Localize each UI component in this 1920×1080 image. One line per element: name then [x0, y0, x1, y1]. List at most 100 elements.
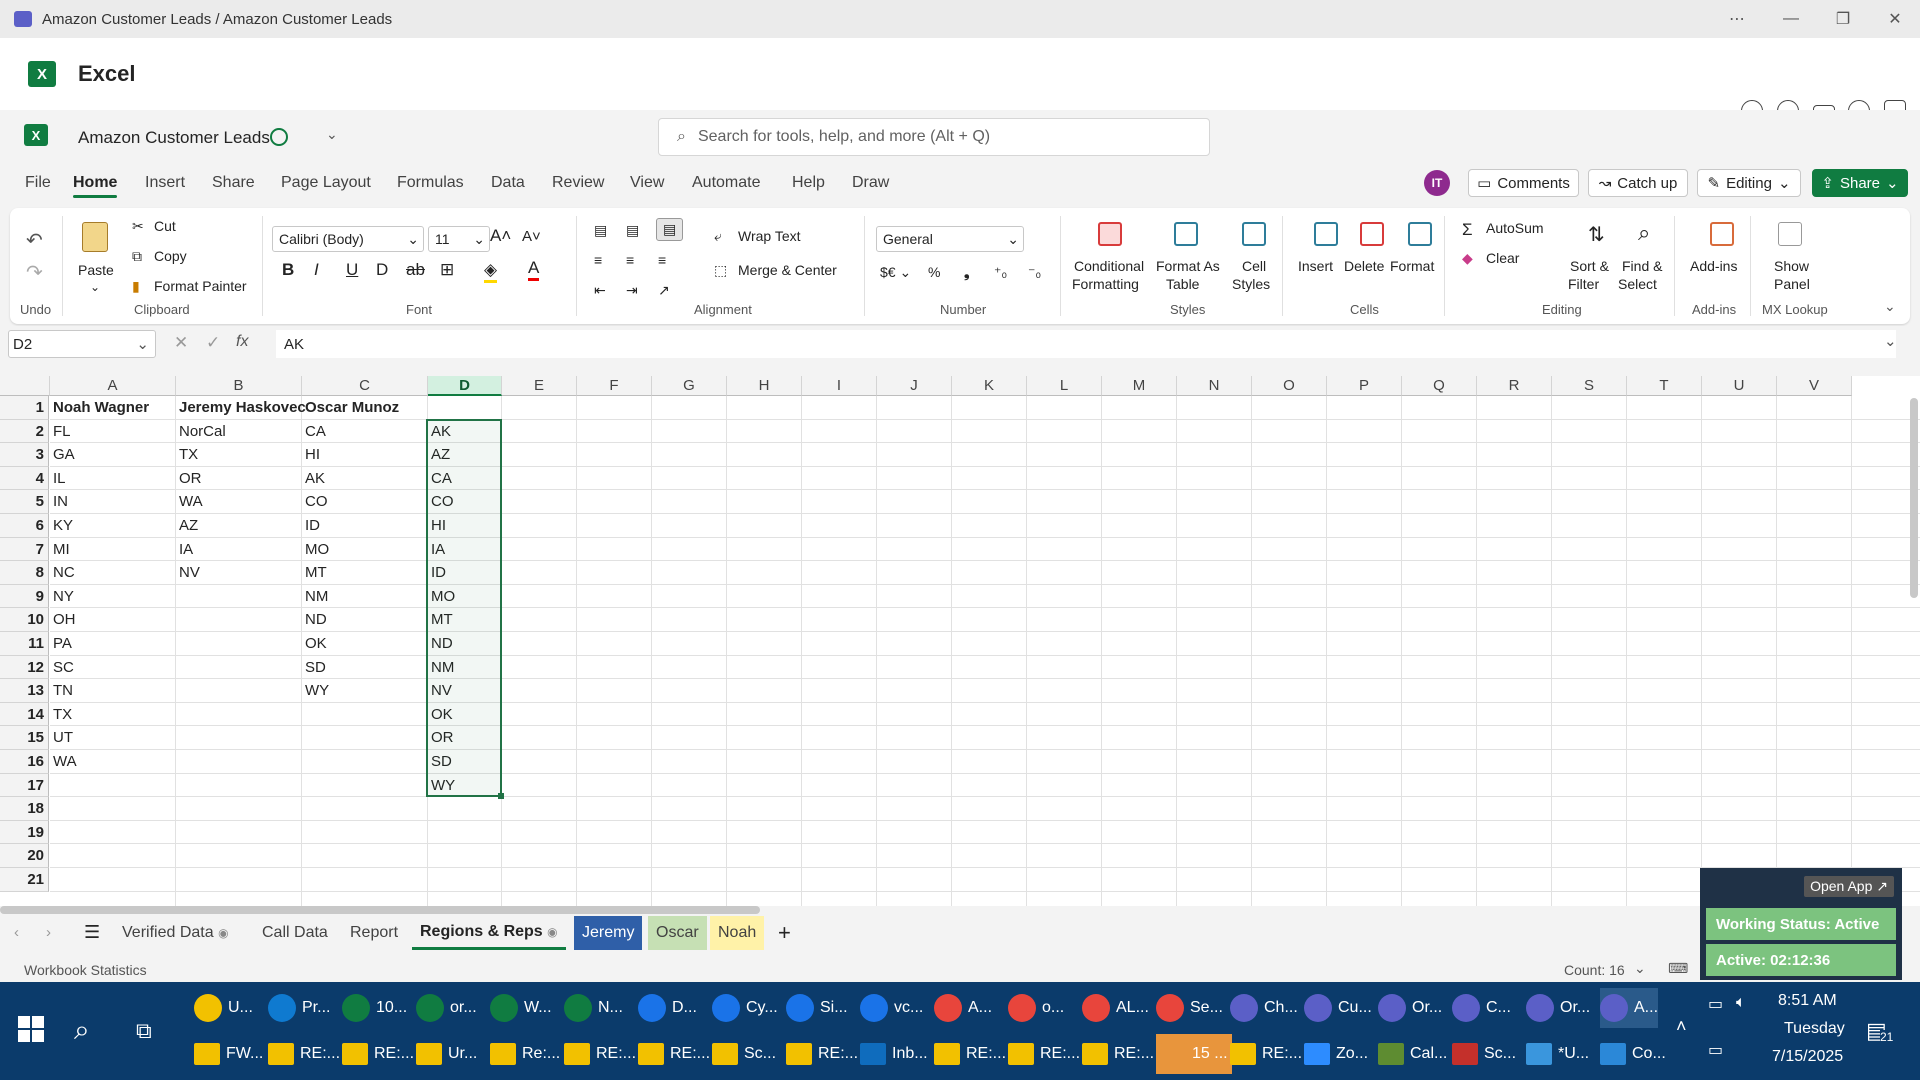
cut-button[interactable]: Cut — [154, 218, 176, 234]
column-header-i[interactable]: I — [802, 376, 877, 396]
sheet-tab-verified-data[interactable]: Verified Data ◉ — [114, 916, 237, 950]
column-header-r[interactable]: R — [1477, 376, 1552, 396]
open-app-button[interactable]: Open App ↗ — [1804, 876, 1894, 897]
clock-day[interactable]: Tuesday — [1784, 1020, 1845, 1038]
taskbar-item-outlook-mail[interactable]: RE:... — [934, 1034, 1006, 1074]
workbook-statistics[interactable]: Workbook Statistics — [24, 962, 147, 978]
format-cells-button[interactable]: Format — [1390, 258, 1434, 274]
cell-b2[interactable]: NorCal — [176, 420, 302, 444]
sort-filter-label-2[interactable]: Filter — [1568, 276, 1599, 292]
cell-c12[interactable]: SD — [302, 656, 428, 680]
cell-b1[interactable]: Jeremy Haskovec — [176, 396, 306, 420]
cell-c13[interactable]: WY — [302, 679, 428, 703]
bold-icon[interactable]: B — [282, 260, 294, 280]
show-hidden-icons[interactable]: ˄ — [1676, 1016, 1687, 1037]
taskbar-item-outlook-mail[interactable]: RE:... — [786, 1034, 858, 1074]
windows-start-icon[interactable] — [18, 1016, 44, 1042]
format-as-table-label[interactable]: Format As — [1156, 258, 1220, 274]
sort-filter-label[interactable]: Sort & — [1570, 258, 1609, 274]
tab-automate[interactable]: Automate — [692, 174, 760, 192]
taskbar-item-outlook-mail[interactable]: RE:... — [638, 1034, 710, 1074]
find-select-label-2[interactable]: Select — [1618, 276, 1657, 292]
cancel-icon[interactable]: ✕ — [174, 333, 188, 353]
expand-formula-icon[interactable]: ⌄ — [1884, 332, 1897, 350]
all-sheets-icon[interactable]: ☰ — [84, 922, 100, 943]
cell-b4[interactable]: OR — [176, 467, 302, 491]
column-header-p[interactable]: P — [1327, 376, 1402, 396]
cell-a2[interactable]: FL — [50, 420, 176, 444]
insert-cells-icon[interactable] — [1314, 222, 1338, 246]
cell-c11[interactable]: OK — [302, 632, 428, 656]
tab-draw[interactable]: Draw — [852, 174, 889, 192]
borders-icon[interactable]: ⊞ — [440, 260, 454, 280]
row-header-17[interactable]: 17 — [0, 773, 49, 798]
align-middle-icon[interactable]: ▤ — [626, 222, 639, 239]
cell-b3[interactable]: TX — [176, 443, 302, 467]
taskbar-item-excel[interactable]: W... — [490, 988, 552, 1028]
show-panel-label-2[interactable]: Panel — [1774, 276, 1810, 292]
align-right-icon[interactable]: ≡ — [658, 252, 666, 268]
count-indicator[interactable]: Count: 16 — [1564, 962, 1625, 978]
cell-a7[interactable]: MI — [50, 538, 176, 562]
cell-c6[interactable]: ID — [302, 514, 428, 538]
column-header-e[interactable]: E — [502, 376, 577, 396]
cell-a8[interactable]: NC — [50, 561, 176, 585]
add-sheet-icon[interactable]: + — [778, 920, 791, 946]
more-options-icon[interactable]: ⋯ — [1714, 0, 1760, 38]
sheet-tab-report[interactable]: Report — [342, 916, 406, 950]
ribbon-expand-icon[interactable]: ⌄ — [1884, 298, 1896, 315]
fill-handle[interactable] — [498, 793, 504, 800]
volume-icon[interactable]: 🔈︎ — [1736, 994, 1746, 1012]
row-header-20[interactable]: 20 — [0, 844, 49, 868]
currency-icon[interactable]: $€ ⌄ — [880, 264, 911, 281]
redo-icon[interactable]: ↷ — [26, 260, 43, 285]
tab-insert[interactable]: Insert — [145, 174, 185, 192]
undo-icon[interactable]: ↶ — [26, 228, 43, 253]
editing-mode-button[interactable]: ✎ Editing ⌄ — [1697, 169, 1801, 197]
column-header-j[interactable]: J — [877, 376, 952, 396]
spreadsheet-grid[interactable]: A B C D E F G H I J K L M N O P Q R S T U V 1 2 3 4 5 6 7 8 9 10 11 12 13 1… — [0, 376, 1920, 906]
taskbar-item-calculator[interactable]: Cal... — [1378, 1034, 1447, 1074]
catch-up-button[interactable]: ↝ Catch up — [1588, 169, 1688, 197]
row-header-16[interactable]: 16 — [0, 750, 49, 774]
taskbar-item-outlook-mail[interactable]: RE:... — [1008, 1034, 1080, 1074]
cell-a6[interactable]: KY — [50, 514, 176, 538]
cell-a14[interactable]: TX — [50, 703, 176, 727]
decrease-indent-icon[interactable]: ⇤ — [594, 282, 606, 299]
column-header-b[interactable]: B — [176, 376, 302, 396]
formula-input[interactable]: AK — [276, 330, 1896, 358]
row-header-19[interactable]: 19 — [0, 820, 49, 845]
taskbar-item-outlook-mail[interactable]: RE:... — [268, 1034, 340, 1074]
sheet-tab-regions-reps[interactable]: Regions & Reps ◉ — [412, 916, 566, 950]
column-header-d[interactable]: D — [428, 376, 502, 396]
column-header-l[interactable]: L — [1027, 376, 1102, 396]
column-header-o[interactable]: O — [1252, 376, 1327, 396]
cell-a12[interactable]: SC — [50, 656, 176, 680]
row-header-15[interactable]: 15 — [0, 726, 49, 750]
close-button[interactable]: ✕ — [1872, 0, 1918, 38]
sheet-tab-jeremy[interactable]: Jeremy — [574, 916, 643, 950]
find-select-icon[interactable]: ⌕ — [1638, 220, 1650, 246]
display-icon[interactable]: ▭ — [1708, 1040, 1723, 1060]
wrap-text-button[interactable]: Wrap Text — [738, 228, 801, 244]
cell-c3[interactable]: HI — [302, 443, 428, 467]
find-select-label[interactable]: Find & — [1622, 258, 1662, 274]
column-header-h[interactable]: H — [727, 376, 802, 396]
cell-c7[interactable]: MO — [302, 538, 428, 562]
column-header-c[interactable]: C — [302, 376, 428, 396]
addins-icon[interactable] — [1710, 222, 1734, 246]
cell-c9[interactable]: NM — [302, 585, 428, 609]
cell-b5[interactable]: WA — [176, 490, 302, 514]
autosum-button[interactable]: AutoSum — [1486, 220, 1544, 236]
row-header-5[interactable]: 5 — [0, 490, 49, 514]
font-color-icon[interactable]: A — [528, 258, 540, 281]
taskbar-item-outlook-mail[interactable]: Ur... — [416, 1034, 477, 1074]
mx-lookup-icon[interactable] — [1778, 222, 1802, 246]
cell-a3[interactable]: GA — [50, 443, 176, 467]
clock-time[interactable]: 8:51 AM — [1778, 992, 1837, 1010]
taskbar-item-teams[interactable]: Or... — [1526, 988, 1590, 1028]
fill-color-icon[interactable]: ◈ — [484, 260, 498, 283]
conditional-formatting-label-2[interactable]: Formatting — [1072, 276, 1139, 292]
orientation-icon[interactable]: ↗ — [658, 282, 670, 299]
taskbar-item-chrome[interactable]: Si... — [786, 988, 848, 1028]
